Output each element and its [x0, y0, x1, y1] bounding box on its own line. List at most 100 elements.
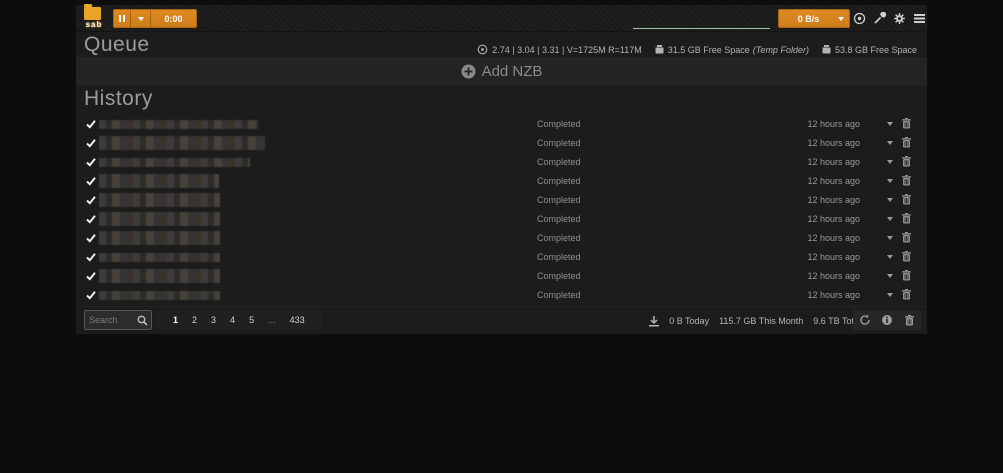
check-icon: [86, 176, 96, 186]
download-icon: [649, 316, 659, 327]
row-dropdown-icon[interactable]: [887, 274, 893, 278]
history-status: Completed: [537, 195, 581, 205]
history-row[interactable]: Completed 12 hours ago: [76, 153, 927, 172]
pagination: 1 2 3 4 5 ... 433: [156, 310, 322, 330]
pause-dropdown-button[interactable]: [131, 10, 151, 27]
row-dropdown-icon[interactable]: [887, 160, 893, 164]
trash-icon[interactable]: [902, 213, 911, 224]
row-dropdown-icon[interactable]: [887, 255, 893, 259]
trash-icon[interactable]: [902, 175, 911, 186]
page-button[interactable]: 433: [283, 315, 312, 325]
history-footer: 1 2 3 4 5 ... 433 0 B Today 115.7 GB Thi…: [76, 306, 927, 334]
status-icon[interactable]: [852, 11, 866, 25]
trash-icon[interactable]: [902, 232, 911, 243]
pause-timer[interactable]: 0:00: [151, 10, 196, 27]
free-space-complete: 53.8 GB Free Space: [821, 44, 917, 55]
check-icon: [86, 195, 96, 205]
page-button[interactable]: 4: [223, 315, 242, 325]
history-row[interactable]: Completed 12 hours ago: [76, 134, 927, 153]
history-row[interactable]: Completed 12 hours ago: [76, 115, 927, 134]
search-icon[interactable]: [133, 311, 151, 329]
history-age: 12 hours ago: [800, 233, 860, 243]
row-dropdown-icon[interactable]: [887, 236, 893, 240]
history-status: Completed: [537, 138, 581, 148]
history-status: Completed: [537, 252, 581, 262]
history-item-name-redacted: [99, 174, 219, 188]
chevron-down-icon: [138, 17, 144, 21]
speed-limit-button[interactable]: 0 B/s: [778, 9, 850, 28]
queue-title: Queue: [84, 33, 150, 57]
speed-value: 0 B/s: [779, 14, 838, 24]
trash-icon[interactable]: [902, 270, 911, 281]
row-dropdown-icon[interactable]: [887, 293, 893, 297]
history-status: Completed: [537, 271, 581, 281]
history-item-name-redacted: [99, 253, 220, 262]
row-dropdown-icon[interactable]: [887, 122, 893, 126]
history-row[interactable]: Completed 12 hours ago: [76, 210, 927, 229]
history-item-name-redacted: [99, 136, 265, 150]
row-dropdown-icon[interactable]: [887, 179, 893, 183]
trash-icon[interactable]: [902, 251, 911, 262]
row-dropdown-icon[interactable]: [887, 141, 893, 145]
history-row[interactable]: Completed 12 hours ago: [76, 267, 927, 286]
history-item-name-redacted: [99, 291, 220, 300]
add-nzb-button[interactable]: Add NZB: [76, 57, 927, 86]
history-row[interactable]: Completed 12 hours ago: [76, 172, 927, 191]
search-input[interactable]: [85, 315, 133, 325]
history-row[interactable]: Completed 12 hours ago: [76, 286, 927, 305]
page-button[interactable]: 2: [185, 315, 204, 325]
main-content: sab 0:00 0 B/s: [76, 5, 927, 334]
history-age: 12 hours ago: [800, 252, 860, 262]
history-age: 12 hours ago: [800, 176, 860, 186]
history-list: Completed 12 hours ago Completed 12 hour…: [76, 115, 927, 305]
history-row[interactable]: Completed 12 hours ago: [76, 191, 927, 210]
history-status: Completed: [537, 119, 581, 129]
trash-icon[interactable]: [902, 156, 911, 167]
history-item-name-redacted: [99, 269, 220, 283]
page-button[interactable]: 5: [242, 315, 261, 325]
check-icon: [86, 233, 96, 243]
stat-today: 0 B Today: [669, 316, 709, 326]
free-space-temp: 31.5 GB Free Space (Temp Folder): [654, 44, 809, 55]
info-icon[interactable]: [881, 314, 893, 326]
history-row[interactable]: Completed 12 hours ago: [76, 248, 927, 267]
check-icon: [86, 290, 96, 300]
menu-icon[interactable]: [912, 11, 926, 25]
check-icon: [86, 157, 96, 167]
history-row[interactable]: Completed 12 hours ago: [76, 229, 927, 248]
trash-icon[interactable]: [902, 289, 911, 300]
history-title: History: [84, 87, 153, 111]
row-dropdown-icon[interactable]: [887, 217, 893, 221]
pause-button[interactable]: [114, 10, 131, 27]
disk-icon: [654, 44, 665, 55]
history-age: 12 hours ago: [800, 119, 860, 129]
history-age: 12 hours ago: [800, 195, 860, 205]
disk-icon: [821, 44, 832, 55]
search-box: [84, 310, 152, 330]
check-icon: [86, 271, 96, 281]
plus-circle-icon: [461, 64, 476, 79]
footer-action-icons: [853, 310, 921, 330]
trash-icon[interactable]: [902, 137, 911, 148]
trash-icon[interactable]: [902, 194, 911, 205]
load-icon: [477, 44, 488, 55]
page-button[interactable]: 3: [204, 315, 223, 325]
logo-text: sab: [81, 20, 107, 29]
history-age: 12 hours ago: [800, 138, 860, 148]
check-icon: [86, 119, 96, 129]
wrench-icon[interactable]: [872, 11, 886, 25]
trash-icon[interactable]: [903, 314, 915, 326]
page-button[interactable]: 1: [166, 315, 185, 325]
gear-icon[interactable]: [892, 11, 906, 25]
top-navbar: sab 0:00 0 B/s: [76, 5, 927, 32]
sabnzbd-logo[interactable]: sab: [81, 6, 107, 31]
chevron-down-icon: [838, 17, 844, 21]
download-stats: 0 B Today 115.7 GB This Month 9.6 TB Tot…: [649, 307, 861, 335]
row-dropdown-icon[interactable]: [887, 198, 893, 202]
speed-sparkline: [633, 27, 770, 29]
history-status: Completed: [537, 157, 581, 167]
refresh-icon[interactable]: [859, 314, 871, 326]
trash-icon[interactable]: [902, 118, 911, 129]
logo-folder-icon: [84, 7, 101, 20]
check-icon: [86, 138, 96, 148]
